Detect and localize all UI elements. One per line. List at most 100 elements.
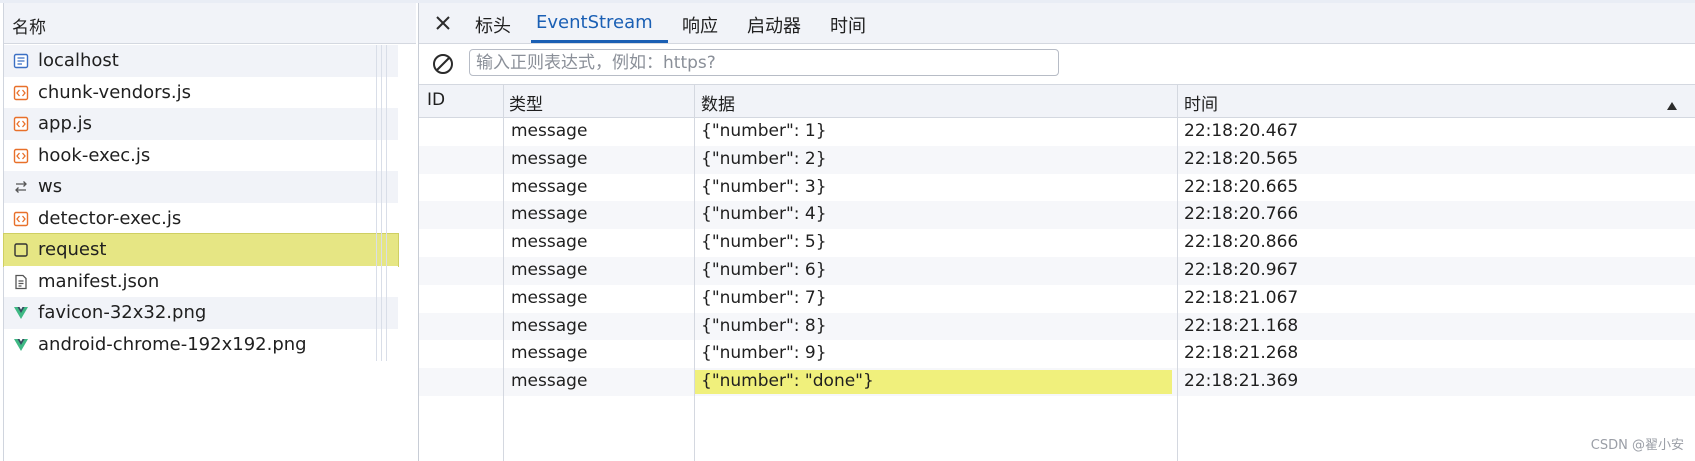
script-icon (13, 148, 29, 164)
request-item[interactable]: app.js (4, 108, 398, 140)
request-item-label: detector-exec.js (38, 207, 182, 229)
close-details-button[interactable] (433, 13, 453, 33)
event-filter-bar (419, 44, 1695, 85)
event-type-cell: message (511, 121, 588, 141)
list-column-divider (376, 45, 377, 361)
event-row[interactable]: message {"number": 7} 22:18:21.067 (419, 284, 1695, 313)
name-column-header: 名称 (12, 18, 46, 38)
vue-logo-icon (13, 337, 29, 353)
request-list-panel: 名称 localhost chunk-vendors.js app.js hook-e… (3, 3, 416, 461)
column-divider (503, 85, 504, 461)
document-icon (13, 53, 29, 69)
event-data-cell: {"number": 6} (701, 259, 827, 280)
tab-response[interactable]: 响应 (682, 12, 718, 38)
event-type-cell: message (511, 259, 588, 280)
event-time-cell: 22:18:20.467 (1184, 121, 1299, 141)
request-item[interactable]: detector-exec.js (4, 202, 398, 234)
close-icon (436, 16, 450, 30)
column-header-type[interactable]: 类型 (509, 90, 543, 115)
event-time-cell: 22:18:20.565 (1184, 148, 1299, 169)
sort-ascending-icon[interactable] (1666, 96, 1678, 110)
request-item[interactable]: chunk-vendors.js (4, 76, 398, 108)
request-item-label: favicon-32x32.png (38, 302, 207, 323)
event-type-cell: message (511, 287, 588, 308)
details-tab-bar: 标头 EventStream 响应 启动器 时间 (419, 3, 1695, 44)
request-item[interactable]: localhost (4, 45, 398, 77)
event-data-cell: {"number": 3} (701, 176, 827, 197)
websocket-icon (13, 179, 29, 195)
event-type-cell: message (511, 371, 588, 392)
vue-logo-icon (13, 305, 29, 321)
event-time-cell: 22:18:20.766 (1184, 204, 1299, 225)
blank-icon (13, 242, 29, 258)
request-item-label: chunk-vendors.js (38, 81, 192, 103)
tab-timing[interactable]: 时间 (830, 12, 866, 38)
request-item[interactable]: ws (4, 171, 398, 203)
request-list-header[interactable]: 名称 (4, 3, 416, 44)
tab-eventstream[interactable]: EventStream (536, 12, 653, 33)
request-item-label: manifest.json (38, 270, 160, 292)
table-header: ID 类型 数据 时间 (419, 85, 1695, 118)
event-rows: message {"number": 1} 22:18:20.467 message {… (419, 118, 1695, 396)
event-data-cell: {"number": 7} (701, 287, 827, 308)
request-item[interactable]: hook-exec.js (4, 139, 398, 171)
event-row[interactable]: message {"number": 5} 22:18:20.866 (419, 229, 1695, 257)
request-item-label: request (38, 239, 107, 260)
column-header-time[interactable]: 时间 (1184, 90, 1218, 115)
request-list: localhost chunk-vendors.js app.js hook-exec… (3, 45, 399, 360)
event-row[interactable]: message {"number": 8} 22:18:21.168 (419, 312, 1695, 341)
event-time-cell: 22:18:20.665 (1184, 176, 1299, 197)
event-row[interactable]: message {"number": 2} 22:18:20.565 (419, 145, 1695, 174)
request-item-label: android-chrome-192x192.png (38, 333, 307, 355)
event-data-cell: {"number": 9} (701, 343, 827, 364)
event-type-cell: message (511, 232, 588, 253)
request-item-label: localhost (38, 50, 119, 71)
tab-initiator[interactable]: 启动器 (747, 12, 801, 38)
request-item[interactable]: favicon-32x32.png (4, 297, 398, 329)
request-item[interactable]: manifest.json (4, 265, 398, 297)
event-time-cell: 22:18:20.967 (1184, 259, 1299, 280)
event-row[interactable]: message {"number": 6} 22:18:20.967 (419, 256, 1695, 285)
column-divider (694, 85, 695, 461)
manifest-icon (13, 274, 29, 290)
request-item[interactable]: request (3, 233, 399, 267)
event-type-cell: message (511, 148, 588, 169)
event-row[interactable]: message {"number": 3} 22:18:20.665 (419, 173, 1695, 202)
event-row[interactable]: message {"number": 4} 22:18:20.766 (419, 201, 1695, 230)
script-icon (13, 116, 29, 132)
column-header-id[interactable]: ID (427, 90, 445, 110)
event-time-cell: 22:18:20.866 (1184, 232, 1299, 253)
event-data-cell: {"number": 4} (701, 204, 827, 225)
list-column-divider (381, 45, 382, 361)
list-column-divider (386, 45, 387, 361)
request-item[interactable]: android-chrome-192x192.png (4, 328, 398, 360)
column-divider (1177, 85, 1178, 461)
event-type-cell: message (511, 176, 588, 197)
event-time-cell: 22:18:21.168 (1184, 315, 1299, 336)
event-data-cell: {"number": "done"} (701, 371, 874, 392)
event-data-cell: {"number": 8} (701, 315, 827, 336)
event-type-cell: message (511, 343, 588, 364)
active-tab-indicator (531, 40, 668, 43)
tab-headers[interactable]: 标头 (475, 12, 511, 38)
event-row[interactable]: message {"number": "done"} 22:18:21.369 (419, 368, 1695, 396)
script-icon (13, 211, 29, 227)
event-time-cell: 22:18:21.268 (1184, 343, 1299, 364)
column-header-data[interactable]: 数据 (701, 90, 735, 115)
request-details-panel: 标头 EventStream 响应 启动器 时间 ID 类型 数据 时间 mes… (418, 3, 1695, 461)
request-item-label: app.js (38, 113, 92, 134)
clear-events-button[interactable] (431, 52, 455, 76)
event-row[interactable]: message {"number": 1} 22:18:20.467 (419, 118, 1695, 146)
event-type-cell: message (511, 315, 588, 336)
event-data-cell: {"number": 1} (701, 121, 827, 141)
script-icon (13, 85, 29, 101)
event-data-cell: {"number": 2} (701, 148, 827, 169)
request-item-label: hook-exec.js (38, 144, 151, 166)
event-time-cell: 22:18:21.067 (1184, 287, 1299, 308)
event-time-cell: 22:18:21.369 (1184, 371, 1299, 392)
request-item-label: ws (38, 176, 63, 197)
event-filter-input[interactable] (469, 49, 1059, 76)
watermark: CSDN @翟小安 (1590, 438, 1684, 453)
event-row[interactable]: message {"number": 9} 22:18:21.268 (419, 340, 1695, 369)
event-stream-table: ID 类型 数据 时间 message {"number": 1} 22:18:20… (419, 85, 1695, 461)
